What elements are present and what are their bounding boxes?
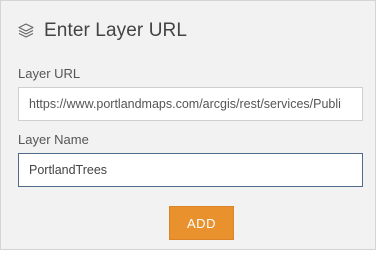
panel-title: Enter Layer URL: [44, 20, 188, 41]
layers-icon: [17, 22, 35, 40]
layer-url-label: Layer URL: [18, 66, 81, 81]
add-layer-panel: Enter Layer URL Layer URL Layer Name ADD: [0, 0, 376, 250]
layer-name-label: Layer Name: [18, 132, 89, 147]
layer-url-input[interactable]: [18, 87, 363, 121]
layer-name-input[interactable]: [18, 153, 363, 187]
add-button[interactable]: ADD: [169, 206, 234, 240]
panel-header: Enter Layer URL: [17, 18, 187, 44]
